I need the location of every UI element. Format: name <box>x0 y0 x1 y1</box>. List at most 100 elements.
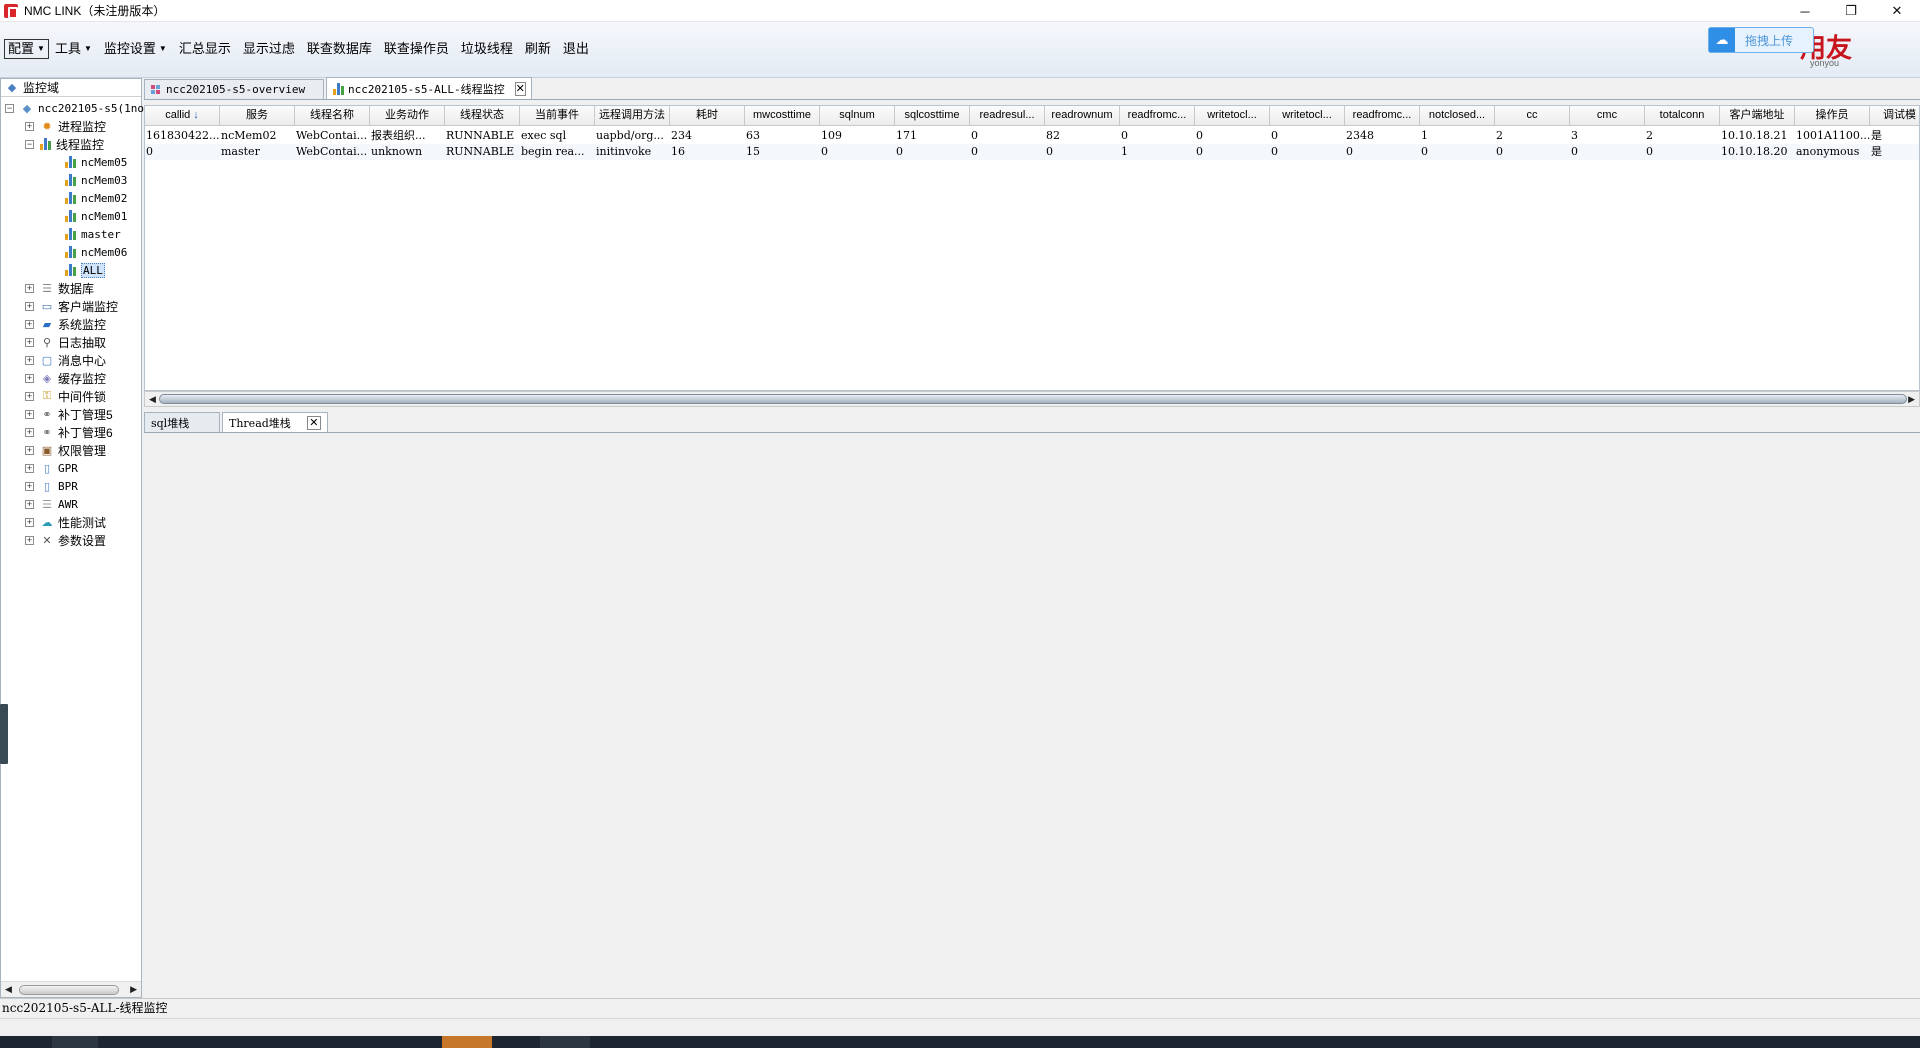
collapse-icon[interactable]: − <box>5 103 14 113</box>
table-row[interactable]: 161830422... ncMem02 WebContai... 报表组织... RU… <box>145 128 1919 144</box>
collapse-icon[interactable]: − <box>25 139 34 149</box>
tree-item-system-monitor[interactable]: + ▰ 系统监控 <box>25 315 106 333</box>
expand-icon[interactable]: + <box>25 283 34 293</box>
expand-icon[interactable]: + <box>25 499 34 509</box>
tab-overview[interactable]: ncc202105-s5-overview <box>144 79 324 99</box>
menu-garbage-threads[interactable]: 垃圾线程 <box>455 39 519 59</box>
tree-item-patch-manager-5[interactable]: + ⚭ 补丁管理5 <box>25 405 113 423</box>
expand-icon[interactable]: + <box>25 391 34 401</box>
column-header[interactable]: notclosed... <box>1420 106 1495 126</box>
expand-icon[interactable]: + <box>25 427 34 437</box>
panel-resize-handle[interactable] <box>0 704 8 764</box>
column-header[interactable]: 业务动作 <box>370 106 445 126</box>
menu-display-filter[interactable]: 显示过虑 <box>237 39 301 59</box>
column-header[interactable]: 线程名称 <box>295 106 370 126</box>
expand-icon[interactable]: + <box>25 301 34 311</box>
column-header[interactable]: 耗时 <box>670 106 745 126</box>
taskbar-item[interactable] <box>442 1036 492 1048</box>
expand-icon[interactable]: + <box>25 355 34 365</box>
expand-icon[interactable]: + <box>25 445 34 455</box>
expand-icon[interactable]: + <box>25 409 34 419</box>
column-header[interactable]: 远程调用方法 <box>595 106 670 126</box>
column-header[interactable]: readresul... <box>970 106 1045 126</box>
column-header[interactable]: 客户端地址 <box>1720 106 1795 126</box>
taskbar-item[interactable] <box>540 1036 590 1048</box>
scroll-left-icon[interactable]: ◀ <box>149 394 156 405</box>
column-header[interactable]: sqlnum <box>820 106 895 126</box>
tree-item-message-center[interactable]: + ▢ 消息中心 <box>25 351 106 369</box>
tree-item-thread-monitor[interactable]: − 线程监控 <box>25 135 104 153</box>
tree-root[interactable]: − ◆ ncc202105-s5(1no <box>5 99 144 117</box>
tree-item-process-monitor[interactable]: + ✹ 进程监控 <box>25 117 106 135</box>
tab-sql-stack[interactable]: sql堆栈 <box>144 412 220 432</box>
column-header[interactable]: totalconn <box>1645 106 1720 126</box>
column-header[interactable]: sqlcosttime <box>895 106 970 126</box>
column-header[interactable]: 当前事件 <box>520 106 595 126</box>
tree-item-client-monitor[interactable]: + ▭ 客户端监控 <box>25 297 118 315</box>
expand-icon[interactable]: + <box>25 121 34 131</box>
minimize-button[interactable]: ─ <box>1782 0 1828 22</box>
column-header[interactable]: mwcosttime <box>745 106 820 126</box>
close-tab-icon[interactable]: ✕ <box>514 81 526 96</box>
menu-refresh[interactable]: 刷新 <box>519 39 557 59</box>
scrollbar-thumb[interactable] <box>19 985 119 995</box>
restore-button[interactable]: ❐ <box>1828 0 1874 22</box>
tree-item-cache-monitor[interactable]: + ◈ 缓存监控 <box>25 369 106 387</box>
menu-link-operator[interactable]: 联查操作员 <box>378 39 455 59</box>
tree-item-performance-test[interactable]: + ☁ 性能测试 <box>25 513 106 531</box>
tree-item-gpr[interactable]: + ▯ GPR <box>25 459 78 477</box>
column-header[interactable]: writetocl... <box>1270 106 1345 126</box>
column-header[interactable]: writetocl... <box>1195 106 1270 126</box>
table-row[interactable]: 0 master WebContai... unknown RUNNABLE begin … <box>145 144 1919 160</box>
tree-item-ncmem05[interactable]: ncMem05 <box>65 153 127 171</box>
scroll-left-icon[interactable]: ◀ <box>5 984 12 995</box>
tree-item-ncmem02[interactable]: ncMem02 <box>65 189 127 207</box>
tree-item-permission-manager[interactable]: + ▣ 权限管理 <box>25 441 106 459</box>
column-header[interactable]: callid ↓ <box>145 106 220 126</box>
tree-item-ncmem06[interactable]: ncMem06 <box>65 243 127 261</box>
tree-item-all[interactable]: ALL <box>65 261 105 279</box>
expand-icon[interactable]: + <box>25 319 34 329</box>
menu-summary-display[interactable]: 汇总显示 <box>173 39 237 59</box>
tree-item-bpr[interactable]: + ▯ BPR <box>25 477 78 495</box>
tree-item-ncmem03[interactable]: ncMem03 <box>65 171 127 189</box>
expand-icon[interactable]: + <box>25 337 34 347</box>
column-header[interactable]: cc <box>1495 106 1570 126</box>
taskbar-item[interactable] <box>52 1036 98 1048</box>
expand-icon[interactable]: + <box>25 463 34 473</box>
scroll-right-icon[interactable]: ▶ <box>1908 394 1915 405</box>
column-header[interactable]: cmc <box>1570 106 1645 126</box>
expand-icon[interactable]: + <box>25 373 34 383</box>
column-header[interactable]: readfromc... <box>1120 106 1195 126</box>
expand-icon[interactable]: + <box>25 481 34 491</box>
close-tab-icon[interactable]: ✕ <box>306 415 321 430</box>
tab-thread-stack[interactable]: Thread堆栈 ✕ <box>222 412 328 432</box>
tree-item-master[interactable]: master <box>65 225 121 243</box>
tree-item-middleware-lock[interactable]: + ⚿ 中间件锁 <box>25 387 106 405</box>
column-header[interactable]: 调试模 <box>1870 106 1919 126</box>
menu-config[interactable]: 配置 ▼ <box>4 39 49 59</box>
column-header[interactable]: readrownum <box>1045 106 1120 126</box>
tree-item-log-extract[interactable]: + ⚲ 日志抽取 <box>25 333 106 351</box>
menu-monitor-settings[interactable]: 监控设置 ▼ <box>98 39 173 59</box>
tree-item-parameter-settings[interactable]: + ✕ 参数设置 <box>25 531 106 549</box>
table-horizontal-scrollbar[interactable]: ◀ ▶ <box>144 391 1920 407</box>
column-header[interactable]: 操作员 <box>1795 106 1870 126</box>
close-window-button[interactable]: ✕ <box>1874 0 1920 22</box>
column-header[interactable]: 线程状态 <box>445 106 520 126</box>
tab-thread-monitor[interactable]: ncc202105-s5-ALL-线程监控 ✕ <box>326 77 532 99</box>
scrollbar-thumb[interactable] <box>159 394 1907 404</box>
tree-item-awr[interactable]: + ☰ AWR <box>25 495 78 513</box>
menu-link-database[interactable]: 联查数据库 <box>301 39 378 59</box>
expand-icon[interactable]: + <box>25 535 34 545</box>
drag-upload-widget[interactable]: ☁ 拖拽上传 <box>1708 27 1814 53</box>
column-header[interactable]: readfromc... <box>1345 106 1420 126</box>
tree-item-ncmem01[interactable]: ncMem01 <box>65 207 127 225</box>
expand-icon[interactable]: + <box>25 517 34 527</box>
menu-tools[interactable]: 工具 ▼ <box>49 39 98 59</box>
scroll-right-icon[interactable]: ▶ <box>130 984 137 995</box>
column-header[interactable]: 服务 <box>220 106 295 126</box>
tree-horizontal-scrollbar[interactable]: ◀ ▶ <box>1 981 141 997</box>
tree-item-database[interactable]: + ☰ 数据库 <box>25 279 94 297</box>
tree-item-patch-manager-6[interactable]: + ⚭ 补丁管理6 <box>25 423 113 441</box>
